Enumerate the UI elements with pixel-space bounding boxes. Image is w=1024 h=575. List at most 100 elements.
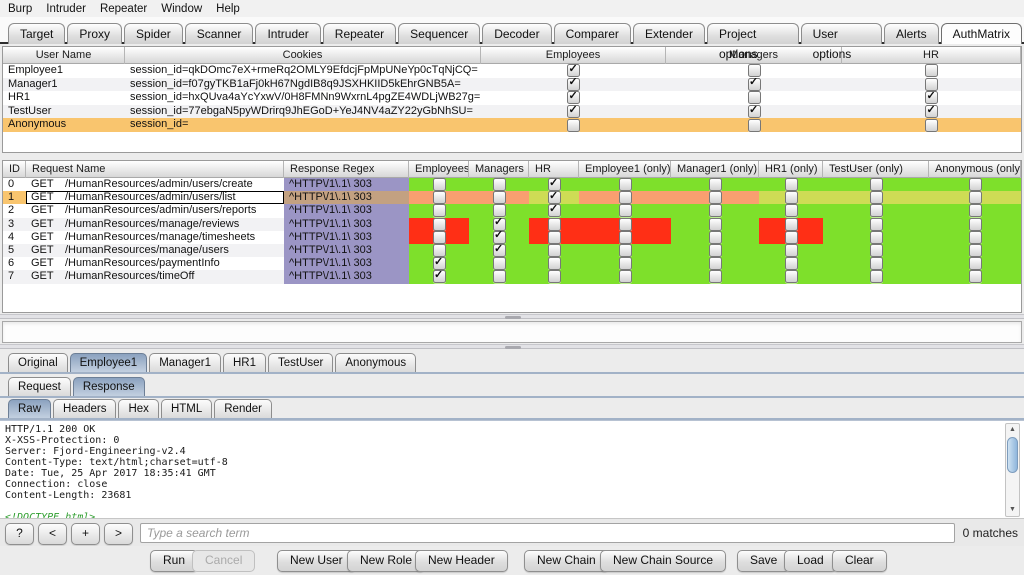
checkbox-unchecked[interactable] (432, 217, 446, 231)
request-row-7[interactable]: 7 GET/HumanResources/timeOff ^HTTP\/1\.1\ … (3, 270, 1021, 284)
checkbox-unchecked[interactable] (708, 191, 722, 205)
column-header-user-name[interactable]: User Name (3, 47, 125, 64)
checkbox-unchecked[interactable] (492, 270, 506, 284)
checkbox-unchecked[interactable] (567, 118, 580, 132)
checkbox-checked[interactable] (925, 91, 938, 105)
clear-button[interactable]: Clear (832, 550, 887, 572)
response-text[interactable]: HTTP/1.1 200 OK X-XSS-Protection: 0 Server… (5, 424, 1002, 518)
vertical-scrollbar[interactable]: ▲ ▼ (1005, 423, 1020, 517)
checkbox-checked[interactable] (432, 257, 446, 271)
checkbox-unchecked[interactable] (747, 91, 761, 105)
user-row-manager1[interactable]: Manager1 session_id=f07gyTKB1aFj0kH67NgdI… (3, 77, 1021, 92)
request-row-4[interactable]: 4 GET/HumanResources/manage/timesheets ^HT… (3, 230, 1021, 244)
search-nav-help[interactable]: ? (5, 523, 34, 545)
tab-sequencer[interactable]: Sequencer (398, 23, 481, 44)
new-role-button[interactable]: New Role (347, 550, 426, 572)
checkbox-unchecked[interactable] (708, 270, 722, 284)
checkbox-unchecked[interactable] (747, 118, 761, 132)
request-name-cell[interactable]: GET/HumanResources/admin/users/list (26, 191, 284, 205)
tab-user-anonymous[interactable]: Anonymous (335, 353, 417, 372)
checkbox-unchecked[interactable] (869, 178, 883, 192)
checkbox-unchecked[interactable] (968, 217, 982, 231)
checkbox-unchecked[interactable] (432, 178, 446, 192)
checkbox-checked[interactable] (925, 105, 938, 119)
checkbox-unchecked[interactable] (968, 270, 982, 284)
tab-user-hr1[interactable]: HR1 (222, 353, 266, 372)
column-header-response-regex[interactable]: Response Regex (284, 161, 409, 178)
column-header-hr[interactable]: HR (529, 161, 579, 178)
checkbox-unchecked[interactable] (784, 217, 798, 231)
split-divider-top[interactable] (0, 314, 1024, 319)
menu-repeater[interactable]: Repeater (100, 3, 147, 15)
checkbox-unchecked[interactable] (869, 217, 883, 231)
checkbox-unchecked[interactable] (492, 204, 506, 218)
scrollbar-thumb[interactable] (1007, 437, 1018, 473)
checkbox-unchecked[interactable] (492, 178, 506, 192)
checkbox-unchecked[interactable] (784, 257, 798, 271)
checkbox-unchecked[interactable] (618, 204, 632, 218)
tab-repeater[interactable]: Repeater (322, 23, 397, 44)
column-header-hr[interactable]: HR (842, 47, 1021, 64)
tab-authmatrix[interactable]: AuthMatrix (940, 23, 1022, 44)
save-button[interactable]: Save (737, 550, 791, 572)
checkbox-unchecked[interactable] (869, 230, 883, 244)
checkbox-unchecked[interactable] (784, 204, 798, 218)
tab-view-hex[interactable]: Hex (118, 399, 159, 418)
checkbox-checked[interactable] (432, 270, 446, 284)
checkbox-unchecked[interactable] (747, 64, 761, 78)
checkbox-checked[interactable] (567, 78, 580, 91)
tab-proxy[interactable]: Proxy (67, 23, 123, 44)
request-row-6[interactable]: 6 GET/HumanResources/paymentInfo ^HTTP\/1\… (3, 257, 1021, 271)
checkbox-checked[interactable] (747, 105, 761, 119)
checkbox-unchecked[interactable] (968, 230, 982, 244)
checkbox-unchecked[interactable] (784, 270, 798, 284)
request-row-3[interactable]: 3 GET/HumanResources/manage/reviews ^HTTP\… (3, 217, 1021, 231)
checkbox-unchecked[interactable] (708, 230, 722, 244)
checkbox-unchecked[interactable] (869, 204, 883, 218)
checkbox-unchecked[interactable] (492, 257, 506, 271)
tab-view-raw[interactable]: Raw (8, 399, 52, 418)
checkbox-unchecked[interactable] (618, 217, 632, 231)
user-row-employee1[interactable]: Employee1 session_id=qkDOmc7eX+rmeRq2OMLY… (3, 64, 1021, 78)
load-button[interactable]: Load (784, 550, 837, 572)
new-chain-source-button[interactable]: New Chain Source (600, 550, 727, 572)
user-row-hr1[interactable]: HR1 session_id=hxQUva4aYcYxwV/0H8FMNn9Wxr… (3, 91, 1021, 105)
checkbox-checked[interactable] (567, 105, 580, 119)
checkbox-checked[interactable] (747, 78, 761, 91)
checkbox-unchecked[interactable] (784, 230, 798, 244)
checkbox-unchecked[interactable] (784, 191, 798, 205)
search-nav-next[interactable]: > (104, 523, 133, 545)
column-header-anonymous-only[interactable]: Anonymous (only) (929, 161, 1021, 178)
checkbox-unchecked[interactable] (432, 191, 446, 205)
tab-message-request[interactable]: Request (8, 377, 71, 396)
column-header-employees[interactable]: Employees (409, 161, 469, 178)
tab-alerts[interactable]: Alerts (883, 23, 939, 44)
checkbox-unchecked[interactable] (869, 244, 883, 258)
request-row-2[interactable]: 2 GET/HumanResources/admin/users/reports ^… (3, 204, 1021, 218)
tab-scanner[interactable]: Scanner (184, 23, 254, 44)
checkbox-unchecked[interactable] (432, 204, 446, 218)
tab-user-testuser[interactable]: TestUser (268, 353, 334, 372)
search-nav-add[interactable]: + (71, 523, 100, 545)
checkbox-unchecked[interactable] (968, 178, 982, 192)
checkbox-unchecked[interactable] (869, 270, 883, 284)
tab-comparer[interactable]: Comparer (553, 23, 631, 44)
new-header-button[interactable]: New Header (415, 550, 508, 572)
checkbox-checked[interactable] (492, 231, 506, 244)
checkbox-unchecked[interactable] (925, 64, 938, 78)
user-row-anonymous[interactable]: Anonymous session_id= (3, 118, 1021, 132)
checkbox-unchecked[interactable] (925, 118, 938, 132)
search-input[interactable] (140, 523, 955, 543)
checkbox-unchecked[interactable] (547, 217, 561, 231)
checkbox-unchecked[interactable] (708, 217, 722, 231)
column-header-managers[interactable]: Managers (469, 161, 529, 178)
checkbox-unchecked[interactable] (968, 257, 982, 271)
checkbox-unchecked[interactable] (547, 257, 561, 271)
new-user-button[interactable]: New User (277, 550, 356, 572)
checkbox-unchecked[interactable] (925, 77, 938, 91)
tab-user-manager1[interactable]: Manager1 (149, 353, 221, 372)
menu-burp[interactable]: Burp (8, 3, 32, 15)
run-button[interactable]: Run (150, 550, 199, 572)
checkbox-unchecked[interactable] (708, 178, 722, 192)
tab-spider[interactable]: Spider (124, 23, 183, 44)
